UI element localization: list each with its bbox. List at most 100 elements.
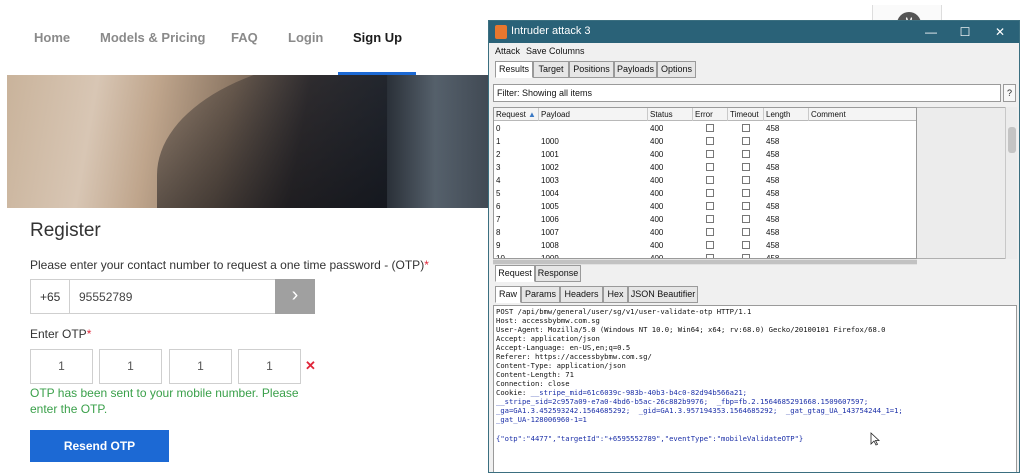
table-row[interactable]: 6 1005 400 458 (494, 200, 916, 213)
table-row[interactable]: 7 1006 400 458 (494, 213, 916, 226)
nav-home[interactable]: Home (34, 30, 70, 45)
col-timeout[interactable]: Timeout (728, 108, 764, 121)
filter-bar[interactable]: Filter: Showing all items (493, 84, 1001, 102)
clear-otp-icon[interactable]: ✕ (305, 358, 316, 374)
register-description: Please enter your contact number to requ… (30, 258, 429, 272)
window-titlebar[interactable]: Intruder attack 3 — ☐ ✕ (489, 21, 1019, 43)
cell-request: 0 (496, 124, 501, 133)
raw-request-editor[interactable]: POST /api/bmw/general/user/sg/v1/user-va… (493, 305, 1017, 472)
cell-payload: 1002 (541, 163, 559, 172)
maximize-icon[interactable]: ☐ (950, 23, 980, 41)
results-horizontal-thumb[interactable] (493, 260, 917, 264)
nav-faq[interactable]: FAQ (231, 30, 258, 45)
tab-results[interactable]: Results (495, 61, 533, 78)
tab-headers[interactable]: Headers (560, 286, 603, 303)
tab-hex[interactable]: Hex (603, 286, 628, 303)
filter-help-icon[interactable]: ? (1003, 84, 1016, 102)
chevron-right-icon: › (291, 284, 299, 306)
close-icon[interactable]: ✕ (985, 23, 1015, 41)
cell-status: 400 (650, 254, 664, 259)
cell-request: 10 (496, 254, 505, 259)
error-checkbox (706, 215, 714, 223)
cell-length: 458 (766, 163, 780, 172)
col-comment[interactable]: Comment (809, 108, 916, 121)
cell-payload: 1006 (541, 215, 559, 224)
tab-raw[interactable]: Raw (495, 286, 521, 303)
window-title: Intruder attack 3 (511, 25, 591, 37)
country-code[interactable]: +65 (40, 290, 60, 304)
cell-request: 3 (496, 163, 501, 172)
menu-save[interactable]: Save (526, 46, 547, 56)
request-otp-button[interactable]: › (275, 279, 315, 314)
cell-length: 458 (766, 137, 780, 146)
tab-params[interactable]: Params (521, 286, 560, 303)
otp-label-text: Enter OTP (30, 327, 87, 341)
cell-length: 458 (766, 228, 780, 237)
col-request[interactable]: Request ▲ (494, 108, 539, 121)
timeout-checkbox (742, 163, 750, 171)
results-vertical-thumb[interactable] (1008, 127, 1016, 153)
cell-payload: 1000 (541, 137, 559, 146)
table-row[interactable]: 0 400 458 (494, 122, 916, 135)
cell-request: 7 (496, 215, 501, 224)
cell-length: 458 (766, 150, 780, 159)
table-row[interactable]: 8 1007 400 458 (494, 226, 916, 239)
request-line: POST /api/bmw/general/user/sg/v1/user-va… (496, 307, 752, 316)
cell-status: 400 (650, 241, 664, 250)
table-row[interactable]: 10 1009 400 458 (494, 252, 916, 259)
table-row[interactable]: 2 1001 400 458 (494, 148, 916, 161)
otp-digit-3[interactable]: 1 (169, 349, 232, 384)
nav-login[interactable]: Login (288, 30, 323, 45)
resend-otp-button[interactable]: Resend OTP (30, 430, 169, 462)
otp-digit-4[interactable]: 1 (238, 349, 301, 384)
cell-request: 4 (496, 176, 501, 185)
header-content-type: Content-Type: application/json (496, 361, 626, 370)
menu-attack[interactable]: Attack (495, 46, 520, 56)
cookie-value-4: _gat_UA-128006960-1=1 (496, 415, 587, 424)
tab-positions[interactable]: Positions (569, 61, 614, 78)
col-status[interactable]: Status (648, 108, 693, 121)
tab-request[interactable]: Request (495, 265, 535, 282)
phone-input[interactable] (70, 280, 275, 313)
tab-payloads[interactable]: Payloads (614, 61, 657, 78)
tab-json-beautifier[interactable]: JSON Beautifier (628, 286, 698, 303)
table-row[interactable]: 1 1000 400 458 (494, 135, 916, 148)
minimize-icon[interactable]: — (916, 23, 946, 41)
cell-length: 458 (766, 254, 780, 259)
otp-digit-1[interactable]: 1 (30, 349, 93, 384)
otp-required-mark: * (86, 327, 92, 341)
col-error[interactable]: Error (693, 108, 728, 121)
cell-length: 458 (766, 241, 780, 250)
table-row[interactable]: 9 1008 400 458 (494, 239, 916, 252)
header-connection: Connection: close (496, 379, 570, 388)
cell-payload: 1008 (541, 241, 559, 250)
tab-response[interactable]: Response (535, 265, 581, 282)
menu-columns[interactable]: Columns (549, 46, 585, 56)
error-checkbox (706, 163, 714, 171)
cookie-label: Cookie: (496, 388, 531, 397)
col-request-label: Request (496, 110, 526, 119)
nav-models-pricing[interactable]: Models & Pricing (100, 30, 205, 45)
results-table: Request ▲ Payload Status Error Timeout L… (493, 107, 917, 259)
col-payload[interactable]: Payload (539, 108, 648, 121)
sort-asc-icon: ▲ (528, 110, 536, 119)
table-row[interactable]: 5 1004 400 458 (494, 187, 916, 200)
timeout-checkbox (742, 137, 750, 145)
results-header: Request ▲ Payload Status Error Timeout L… (494, 108, 916, 121)
tab-options[interactable]: Options (657, 61, 696, 78)
cell-payload: 1007 (541, 228, 559, 237)
col-length[interactable]: Length (764, 108, 809, 121)
cell-payload: 1009 (541, 254, 559, 259)
cookie-value-1: __stripe_mid=61c6039c-983b-40b3-b4c0-82d… (530, 388, 747, 397)
hero-image (7, 75, 492, 208)
cell-payload: 1001 (541, 150, 559, 159)
nav-sign-up[interactable]: Sign Up (353, 30, 402, 45)
error-checkbox (706, 137, 714, 145)
table-row[interactable]: 3 1002 400 458 (494, 161, 916, 174)
tab-target[interactable]: Target (533, 61, 569, 78)
required-mark: * (424, 258, 429, 272)
results-vertical-scrollbar[interactable] (1005, 107, 1017, 259)
table-row[interactable]: 4 1003 400 458 (494, 174, 916, 187)
otp-digit-2[interactable]: 1 (99, 349, 162, 384)
cell-request: 8 (496, 228, 501, 237)
